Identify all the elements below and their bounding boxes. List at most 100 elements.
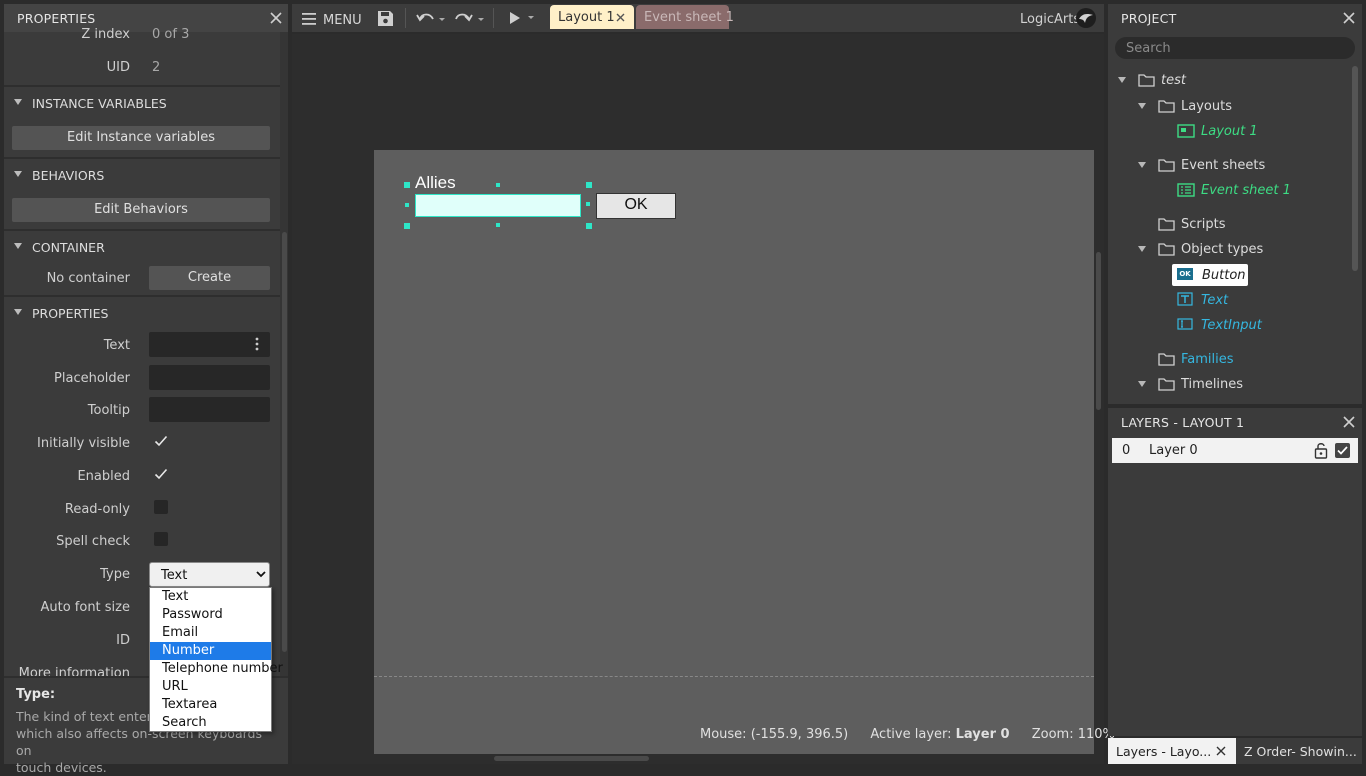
layer-row[interactable]: 0 Layer 0 bbox=[1112, 438, 1358, 463]
expand-arrow-icon[interactable] bbox=[1138, 103, 1146, 109]
placeholder-field[interactable] bbox=[149, 365, 270, 390]
edit-instance-variables-button[interactable]: Edit Instance variables bbox=[12, 126, 270, 150]
section-behaviors[interactable]: BEHAVIORS bbox=[4, 157, 280, 185]
resize-handle[interactable] bbox=[496, 183, 500, 187]
placeholder-label: Placeholder bbox=[54, 371, 130, 386]
redo-button[interactable] bbox=[454, 11, 484, 25]
tree-folder-event-sheets[interactable]: Event sheets bbox=[1181, 158, 1265, 173]
resize-handle[interactable] bbox=[586, 223, 592, 229]
scrollbar-thumb[interactable] bbox=[282, 232, 287, 652]
layers-panel-title: LAYERS - LAYOUT 1 bbox=[1108, 408, 1362, 436]
canvas-horizontal-scrollbar[interactable] bbox=[494, 756, 649, 761]
zindex-value: 0 of 3 bbox=[152, 27, 190, 42]
layout-boundary bbox=[374, 676, 1094, 677]
project-search-input[interactable]: Search bbox=[1115, 37, 1355, 59]
textinput-object-icon bbox=[1177, 318, 1193, 330]
expand-arrow-icon[interactable] bbox=[1138, 381, 1146, 387]
expand-arrow-icon[interactable] bbox=[1138, 246, 1146, 252]
close-properties-button[interactable] bbox=[269, 11, 283, 25]
close-layers-button[interactable] bbox=[1342, 415, 1356, 429]
type-options-list: Text Password Email Number Telephone num… bbox=[149, 587, 283, 732]
collapse-triangle-icon bbox=[14, 309, 22, 315]
tab-label: Event sheet 1 bbox=[644, 10, 734, 25]
readonly-checkbox[interactable] bbox=[154, 500, 168, 514]
tab-layout-1[interactable]: Layout 1 bbox=[550, 5, 634, 29]
expand-arrow-icon[interactable] bbox=[1138, 162, 1146, 168]
tree-folder-families[interactable]: Families bbox=[1181, 352, 1234, 367]
undo-icon bbox=[416, 13, 445, 22]
tree-folder-timelines[interactable]: Timelines bbox=[1181, 377, 1243, 392]
section-instance-variables[interactable]: INSTANCE VARIABLES bbox=[4, 85, 280, 113]
properties-panel-title: PROPERTIES bbox=[4, 4, 288, 32]
properties-scrollbar[interactable] bbox=[280, 32, 288, 680]
enabled-label: Enabled bbox=[77, 469, 130, 484]
status-bar: Mouse: (-155.9, 396.5) Active layer: Lay… bbox=[700, 727, 1115, 742]
tree-item-textinput[interactable]: TextInput bbox=[1201, 318, 1262, 333]
zindex-label: Z index bbox=[81, 27, 130, 42]
text-object-allies[interactable]: Allies bbox=[415, 173, 456, 193]
text-property-field[interactable] bbox=[149, 332, 270, 357]
mouse-position: (-155.9, 396.5) bbox=[750, 727, 849, 742]
tab-event-sheet-1[interactable]: Event sheet 1 bbox=[636, 5, 734, 29]
tree-item-layout-1[interactable]: Layout 1 bbox=[1201, 124, 1258, 139]
enabled-checkbox[interactable] bbox=[154, 467, 168, 481]
close-icon[interactable] bbox=[1216, 746, 1226, 756]
tree-item-text[interactable]: Text bbox=[1201, 293, 1228, 308]
type-option-url[interactable]: URL bbox=[150, 678, 271, 696]
no-container-label: No container bbox=[46, 271, 130, 286]
tree-folder-layouts[interactable]: Layouts bbox=[1181, 99, 1232, 114]
layout-area[interactable] bbox=[374, 150, 1094, 754]
initially-visible-checkbox[interactable] bbox=[154, 434, 168, 448]
event-sheet-icon bbox=[1177, 183, 1195, 197]
type-option-text[interactable]: Text bbox=[150, 588, 271, 606]
tab-z-order[interactable]: Z Order- Showin... bbox=[1238, 738, 1362, 764]
more-options-icon[interactable] bbox=[255, 337, 259, 351]
tooltip-field[interactable] bbox=[149, 397, 270, 422]
button-object-ok[interactable]: OK bbox=[596, 193, 676, 219]
type-option-number[interactable]: Number bbox=[150, 642, 271, 660]
textinput-object[interactable] bbox=[415, 194, 581, 217]
close-project-button[interactable] bbox=[1342, 11, 1356, 25]
save-button[interactable] bbox=[377, 10, 394, 27]
section-container[interactable]: CONTAINER bbox=[4, 229, 280, 257]
play-icon bbox=[510, 12, 534, 24]
layer-visible-checkbox[interactable] bbox=[1335, 443, 1350, 458]
close-icon[interactable] bbox=[616, 13, 625, 22]
collapse-triangle-icon bbox=[14, 171, 22, 177]
brand-name: LogicArts bbox=[1020, 12, 1081, 27]
preview-button[interactable] bbox=[508, 11, 536, 25]
tree-folder-scripts[interactable]: Scripts bbox=[1181, 217, 1225, 232]
edit-behaviors-button[interactable]: Edit Behaviors bbox=[12, 198, 270, 222]
resize-handle[interactable] bbox=[405, 203, 409, 207]
unlock-icon[interactable] bbox=[1314, 442, 1328, 459]
section-properties[interactable]: PROPERTIES bbox=[4, 295, 280, 323]
resize-handle[interactable] bbox=[404, 182, 410, 188]
expand-arrow-icon[interactable] bbox=[1118, 77, 1126, 83]
resize-handle[interactable] bbox=[586, 182, 592, 188]
tab-layers[interactable]: Layers - Layo... bbox=[1108, 738, 1236, 764]
resize-handle[interactable] bbox=[404, 223, 410, 229]
tree-item-button-selected[interactable]: OK Button bbox=[1172, 264, 1248, 286]
section-title: INSTANCE VARIABLES bbox=[32, 96, 167, 111]
type-option-email[interactable]: Email bbox=[150, 624, 271, 642]
type-option-search[interactable]: Search bbox=[150, 714, 271, 732]
type-option-textarea[interactable]: Textarea bbox=[150, 696, 271, 714]
type-select[interactable]: Text bbox=[149, 562, 270, 587]
canvas-vertical-scrollbar[interactable] bbox=[1096, 252, 1101, 410]
tree-root-test[interactable]: test bbox=[1161, 73, 1186, 88]
project-scrollbar-thumb[interactable] bbox=[1352, 66, 1358, 271]
tree-item-event-sheet-1[interactable]: Event sheet 1 bbox=[1201, 183, 1291, 198]
resize-handle[interactable] bbox=[496, 223, 500, 227]
tree-folder-object-types[interactable]: Object types bbox=[1181, 242, 1263, 257]
resize-handle[interactable] bbox=[586, 202, 590, 206]
create-container-button[interactable]: Create bbox=[149, 266, 270, 290]
type-option-telephone[interactable]: Telephone number bbox=[150, 660, 283, 678]
more-information-text: More information bbox=[18, 666, 130, 676]
layout-icon bbox=[1177, 124, 1195, 138]
chevron-down-icon bbox=[256, 571, 266, 578]
layer-name: Layer 0 bbox=[1149, 443, 1198, 458]
undo-button[interactable] bbox=[416, 11, 446, 25]
type-option-password[interactable]: Password bbox=[150, 606, 271, 624]
readonly-label: Read-only bbox=[64, 502, 130, 517]
spellcheck-checkbox[interactable] bbox=[154, 532, 168, 546]
